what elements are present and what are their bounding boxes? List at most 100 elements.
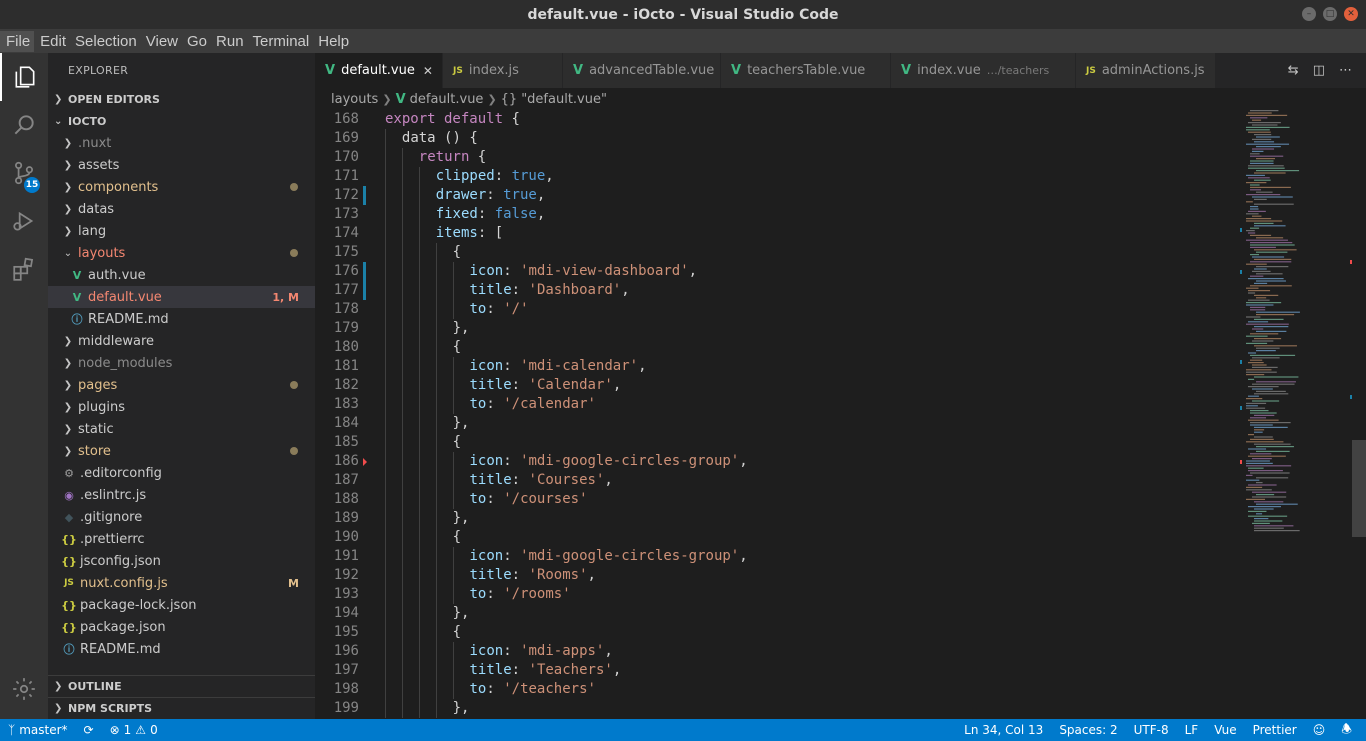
modified-gutter-marker[interactable]	[363, 186, 366, 205]
code-token: },	[452, 700, 470, 716]
code-view[interactable]: 168 export default {169 data () {170 return…	[315, 110, 1235, 719]
tree-item[interactable]: ❯ .nuxt	[48, 132, 315, 154]
tree-item[interactable]: {} jsconfig.json	[48, 550, 315, 572]
breadcrumb-folder[interactable]: layouts	[331, 92, 378, 107]
menu-edit[interactable]: Edit	[34, 33, 69, 50]
tree-item[interactable]: {} package.json	[48, 616, 315, 638]
menu-terminal[interactable]: Terminal	[247, 33, 313, 50]
encoding[interactable]: UTF-8	[1126, 723, 1177, 737]
menu-help[interactable]: Help	[312, 33, 352, 50]
code-token: title	[469, 567, 512, 583]
more-actions-icon[interactable]: ⋯	[1339, 63, 1352, 78]
tree-item[interactable]: Vdefault.vue 1, M	[48, 286, 315, 308]
editor-tab[interactable]: Vdefault.vue ✕	[315, 53, 443, 88]
indentation[interactable]: Spaces: 2	[1051, 723, 1125, 737]
tree-item[interactable]: ⚙ .editorconfig	[48, 462, 315, 484]
minimap-line	[1248, 506, 1281, 508]
close-tab-icon[interactable]: ✕	[423, 64, 433, 78]
minimap-line	[1250, 206, 1259, 208]
branch-indicator[interactable]: ᛉ master*	[0, 723, 76, 737]
menu-run[interactable]: Run	[210, 33, 247, 50]
error-count: 1	[123, 723, 132, 737]
formatter[interactable]: Prettier	[1245, 723, 1305, 737]
tree-item[interactable]: ❯ static	[48, 418, 315, 440]
tree-item[interactable]: Vauth.vue	[48, 264, 315, 286]
indent-guide	[418, 376, 420, 395]
tree-item-label: middleware	[78, 333, 155, 349]
json-file-icon: {}	[61, 554, 77, 568]
notifications-bell-icon[interactable]: 🕭	[1333, 720, 1360, 741]
split-editor-icon[interactable]: ◫	[1313, 63, 1325, 78]
compare-changes-icon[interactable]: ⇆	[1288, 63, 1299, 78]
feedback-icon[interactable]: ☺	[1305, 723, 1334, 737]
close-window-icon[interactable]: ✕	[1344, 7, 1358, 21]
indent-guide	[385, 357, 386, 376]
tree-item[interactable]: ⓘ README.md	[48, 308, 315, 330]
sync-icon[interactable]: ⟳	[76, 723, 102, 737]
extensions-icon[interactable]	[0, 245, 48, 293]
tree-item[interactable]: JS nuxt.config.js M	[48, 572, 315, 594]
end-of-line[interactable]: LF	[1177, 723, 1207, 737]
deleted-gutter-marker[interactable]	[363, 458, 367, 466]
modified-dot-icon	[290, 447, 298, 455]
code-token: items	[435, 225, 478, 241]
indent-guide	[385, 281, 386, 300]
tree-item[interactable]: ⌄ layouts	[48, 242, 315, 264]
editor-tab[interactable]: VteachersTable.vue	[721, 53, 891, 88]
modified-gutter-marker[interactable]	[363, 262, 366, 281]
editor-tab[interactable]: Vindex.vue …/teachers	[891, 53, 1076, 88]
menu-selection[interactable]: Selection	[69, 33, 140, 50]
editor-tab[interactable]: JS index.js	[443, 53, 563, 88]
code-text: },	[453, 319, 470, 338]
minimize-icon[interactable]: –	[1302, 7, 1316, 21]
minimap[interactable]	[1240, 110, 1356, 719]
editor-scrollbar[interactable]	[1352, 110, 1366, 719]
search-icon[interactable]	[0, 101, 48, 149]
tree-item[interactable]: ❯ assets	[48, 154, 315, 176]
code-token: 'mdi-google-circles-group'	[520, 453, 740, 469]
cursor-position[interactable]: Ln 34, Col 13	[956, 723, 1051, 737]
problems-indicator[interactable]: ⊗ 1 ⚠ 0	[102, 723, 166, 737]
maximize-icon[interactable]: □	[1323, 7, 1337, 21]
minimap-line	[1254, 282, 1268, 284]
explorer-icon[interactable]	[0, 53, 48, 101]
tree-item[interactable]: ⓘ README.md	[48, 638, 315, 660]
tree-item[interactable]: ❯ pages	[48, 374, 315, 396]
project-section[interactable]: ⌄ IOCTO	[48, 110, 315, 132]
tree-item[interactable]: ◉ .eslintrc.js	[48, 484, 315, 506]
indent-guide	[385, 224, 386, 243]
tree-item[interactable]: ❯ lang	[48, 220, 315, 242]
tree-item[interactable]: ◆ .gitignore	[48, 506, 315, 528]
minimap-line	[1254, 376, 1299, 378]
tree-item[interactable]: ❯ store	[48, 440, 315, 462]
breadcrumb-symbol[interactable]: "default.vue"	[521, 92, 607, 107]
menu-go[interactable]: Go	[181, 33, 210, 50]
scrollbar-thumb[interactable]	[1352, 440, 1366, 537]
tree-item[interactable]: ❯ middleware	[48, 330, 315, 352]
tree-item-label: nuxt.config.js	[80, 575, 168, 591]
open-editors-section[interactable]: ❯ OPEN EDITORS	[48, 88, 315, 110]
modified-gutter-marker[interactable]	[363, 281, 366, 300]
code-text: clipped: true,	[436, 167, 554, 186]
menu-view[interactable]: View	[140, 33, 181, 50]
tree-item[interactable]: ❯ node_modules	[48, 352, 315, 374]
npm-scripts-section[interactable]: ❯ NPM SCRIPTS	[48, 697, 315, 719]
code-line: 191 icon: 'mdi-google-circles-group',	[315, 547, 1235, 566]
outline-section[interactable]: ❯ OUTLINE	[48, 675, 315, 697]
language-mode[interactable]: Vue	[1206, 723, 1244, 737]
tree-item[interactable]: {} package-lock.json	[48, 594, 315, 616]
editor-tab[interactable]: VadvancedTable.vue	[563, 53, 721, 88]
tree-item[interactable]: {} .prettierrc	[48, 528, 315, 550]
run-debug-icon[interactable]	[0, 197, 48, 245]
menu-file[interactable]: File	[0, 30, 35, 52]
minimap-line	[1254, 258, 1292, 260]
source-control-icon[interactable]: 15	[0, 149, 48, 197]
manage-gear-icon[interactable]	[0, 665, 48, 713]
tree-item[interactable]: ❯ datas	[48, 198, 315, 220]
editor-tab[interactable]: JS adminActions.js	[1076, 53, 1216, 88]
breadcrumb-file[interactable]: default.vue	[410, 92, 484, 107]
tree-item[interactable]: ❯ components	[48, 176, 315, 198]
chevron-right-icon: ❯	[54, 703, 63, 714]
tree-item[interactable]: ❯ plugins	[48, 396, 315, 418]
indent-guide	[452, 281, 454, 300]
